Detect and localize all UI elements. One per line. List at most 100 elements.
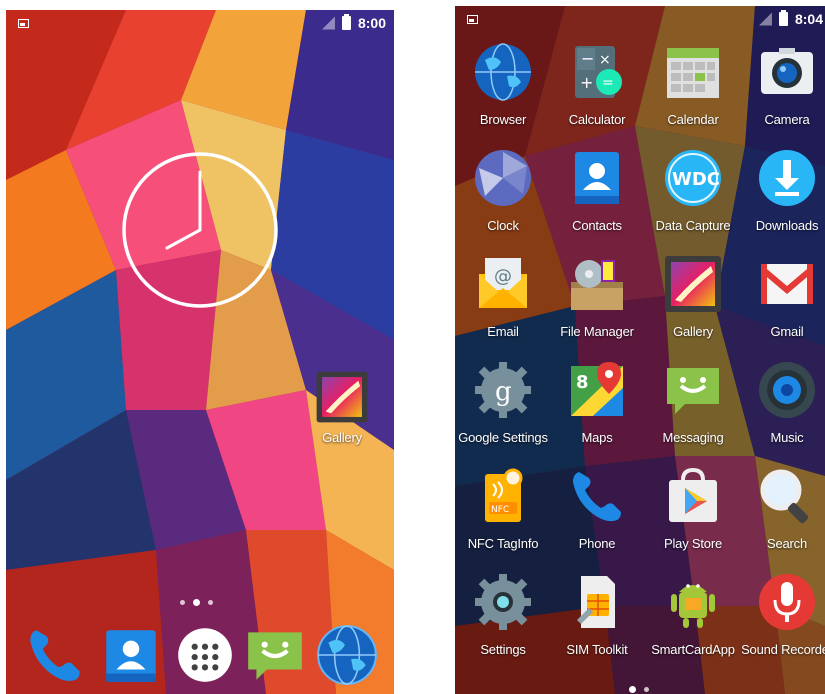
app-label: Search (767, 536, 807, 551)
app-settings[interactable]: Settings (455, 570, 551, 676)
gallery-icon (313, 368, 371, 426)
no-signal-icon (322, 17, 335, 30)
battery-icon (778, 10, 788, 26)
phone-icon (30, 630, 80, 681)
app-label: Sound Recorder (741, 642, 825, 657)
home-wallpaper (6, 10, 394, 694)
wdc-icon: WDC (661, 146, 725, 210)
app-sim-toolkit[interactable]: SIM Toolkit (549, 570, 645, 676)
svg-text:×: × (599, 52, 611, 68)
app-label: Calendar (667, 112, 719, 127)
image-icon (18, 19, 29, 28)
status-bar: 8:00 (6, 10, 394, 40)
svg-text:g: g (495, 377, 512, 407)
maps-icon: 8 (565, 358, 629, 422)
svg-text:WDC: WDC (672, 169, 720, 190)
app-sound-recorder[interactable]: Sound Recorder (739, 570, 825, 676)
app-drawer-screen: 8:04 Browser −× + = Calculator Calendar (455, 6, 825, 694)
music-icon (755, 358, 819, 422)
app-gallery[interactable]: Gallery (645, 252, 741, 358)
app-label: SmartCardApp (651, 642, 735, 657)
dock-contacts[interactable] (98, 622, 164, 688)
download-icon (755, 146, 819, 210)
app-email[interactable]: @ Email (455, 252, 551, 358)
image-icon (467, 15, 478, 24)
camera-icon (755, 40, 819, 104)
app-label: Music (770, 430, 804, 445)
app-messaging[interactable]: Messaging (645, 358, 741, 464)
app-label: Maps (581, 430, 613, 445)
settings-icon (471, 570, 535, 634)
home-screen: 8:00 Gallery (6, 10, 394, 694)
sound-recorder-icon (755, 570, 819, 634)
home-page-indicator (180, 599, 213, 606)
app-google-settings[interactable]: g Google Settings (455, 358, 551, 464)
app-label: Play Store (664, 536, 722, 551)
app-nfc-taginfo[interactable]: NFC NFC TagInfo (455, 464, 551, 570)
dock-all-apps[interactable] (172, 622, 238, 688)
app-label: Settings (480, 642, 526, 657)
play-store-icon (661, 464, 725, 528)
app-calculator[interactable]: − × + = Calculator (549, 40, 645, 146)
no-signal-icon (759, 13, 772, 26)
app-label: Camera (764, 112, 810, 127)
app-search[interactable]: Search (739, 464, 825, 570)
status-time: 8:04 (794, 11, 823, 27)
sim-toolkit-icon (565, 570, 629, 634)
phone-icon (565, 464, 629, 528)
app-browser[interactable]: Browser (455, 40, 551, 146)
app-label: Contacts (572, 218, 622, 233)
app-play-store[interactable]: Play Store (645, 464, 741, 570)
messaging-icon (248, 632, 302, 680)
svg-text:+: + (580, 73, 593, 92)
contacts-icon (106, 630, 156, 682)
globe-icon (471, 40, 535, 104)
search-icon (755, 464, 819, 528)
svg-text:@: @ (494, 266, 512, 287)
app-label: Browser (479, 112, 527, 127)
app-label: Downloads (755, 218, 819, 233)
smartcard-icon (661, 570, 725, 634)
app-contacts[interactable]: Contacts (549, 146, 645, 252)
app-maps[interactable]: 8 Maps (549, 358, 645, 464)
app-data-capture[interactable]: WDC Data Capture (645, 146, 741, 252)
contacts-icon (565, 146, 629, 210)
analog-clock-widget[interactable] (120, 150, 280, 310)
app-file-manager[interactable]: File Manager (549, 252, 645, 358)
dock-messaging[interactable] (242, 622, 308, 688)
home-shortcut-gallery[interactable]: Gallery (306, 368, 378, 446)
gallery-icon (661, 252, 725, 316)
dock-phone[interactable] (22, 622, 88, 688)
app-gmail[interactable]: Gmail (739, 252, 825, 358)
app-label: Clock (487, 218, 519, 233)
dock-browser[interactable] (314, 622, 380, 688)
home-shortcut-label: Gallery (322, 430, 362, 445)
page-dot (644, 687, 649, 692)
page-dot-active (629, 686, 636, 693)
app-smartcardapp[interactable]: SmartCardApp (645, 570, 741, 676)
app-phone[interactable]: Phone (549, 464, 645, 570)
apps-grid-icon (178, 628, 232, 682)
app-calendar[interactable]: Calendar (645, 40, 741, 146)
app-label: Email (487, 324, 519, 339)
svg-text:NFC: NFC (491, 505, 509, 515)
dock (6, 622, 394, 694)
app-label: Data Capture (655, 218, 731, 233)
app-camera[interactable]: Camera (739, 40, 825, 146)
svg-text:8: 8 (576, 372, 589, 393)
clock-hour-hand (165, 228, 202, 250)
status-time: 8:00 (357, 15, 386, 31)
google-settings-icon: g (471, 358, 535, 422)
app-label: Gmail (770, 324, 804, 339)
file-manager-icon (565, 252, 629, 316)
drawer-page-indicator (629, 686, 649, 693)
app-downloads[interactable]: Downloads (739, 146, 825, 252)
app-label: File Manager (560, 324, 634, 339)
nfc-icon: NFC (471, 464, 535, 528)
app-music[interactable]: Music (739, 358, 825, 464)
app-label: NFC TagInfo (467, 536, 539, 551)
status-bar: 8:04 (455, 6, 825, 36)
app-clock[interactable]: Clock (455, 146, 551, 252)
globe-icon (317, 625, 377, 685)
app-label: Messaging (662, 430, 724, 445)
